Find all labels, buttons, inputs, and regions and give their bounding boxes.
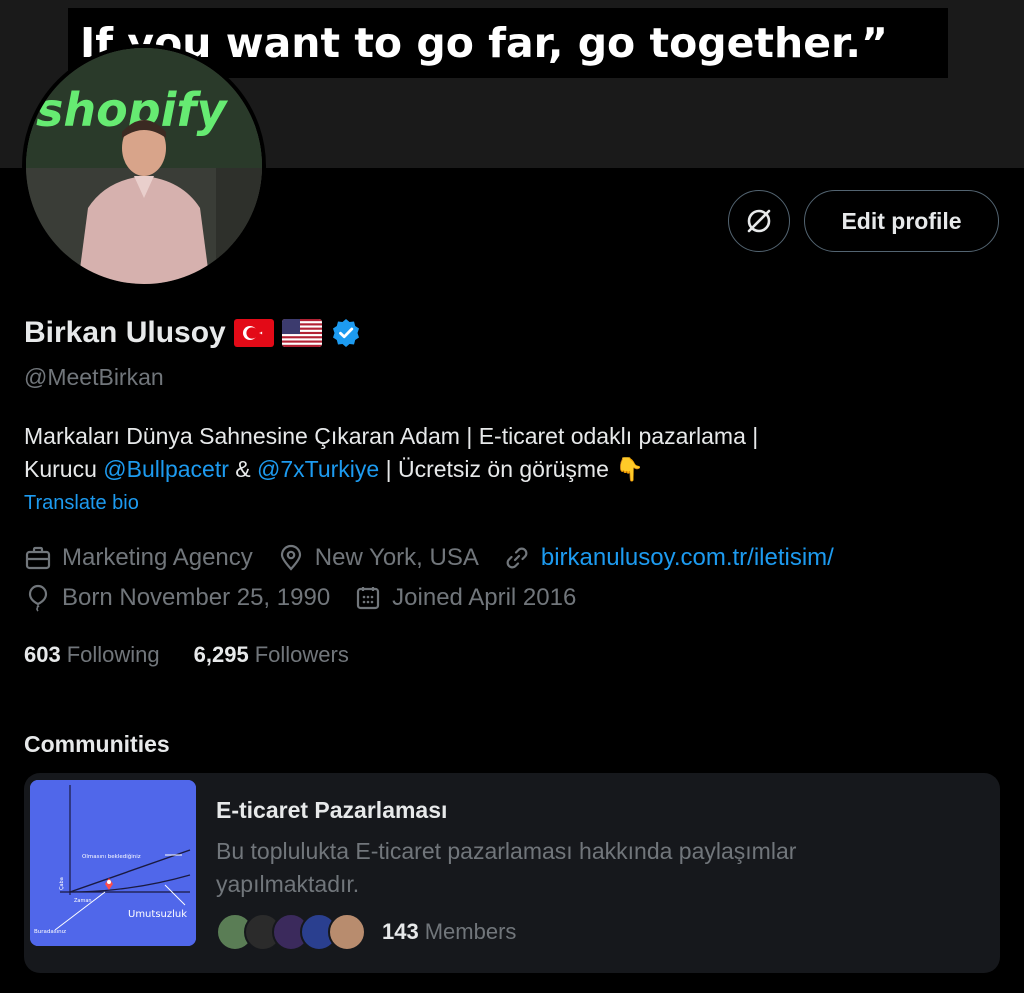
meta-birth-text: Born November 25, 1990 <box>62 584 331 611</box>
meta-joined: Joined April 2016 <box>354 584 576 612</box>
profile-meta-row-2: Born November 25, 1990 Joined April 2016 <box>24 584 600 612</box>
following-label: Following <box>66 642 160 667</box>
meta-website[interactable]: birkanulusoy.com.tr/iletisim/ <box>503 544 834 572</box>
grok-toggle-button[interactable] <box>728 190 790 252</box>
follow-stats: 603 Following 6,295 Followers <box>24 642 383 668</box>
following-count: 603 <box>24 642 61 667</box>
followers-link[interactable]: 6,295 Followers <box>194 642 349 668</box>
no-grok-icon <box>747 209 771 233</box>
bio-connector: & <box>228 456 258 482</box>
thumb-label-time: Zaman <box>74 898 92 904</box>
profile-name-row: Birkan Ulusoy <box>24 316 362 350</box>
bio-prefix: Kurucu <box>24 456 104 482</box>
meta-location: New York, USA <box>277 544 479 572</box>
community-thumbnail: Olmasını beklediğiniz Çaba Zaman Umutsuz… <box>30 780 196 946</box>
followers-label: Followers <box>254 642 349 667</box>
community-members: 143 Members <box>216 913 516 951</box>
profile-bio: Markaları Dünya Sahnesine Çıkaran Adam |… <box>24 420 984 486</box>
usa-flag-icon <box>281 319 322 347</box>
translate-bio-link[interactable]: Translate bio <box>24 492 139 515</box>
turkey-flag-icon <box>233 319 274 347</box>
location-pin-icon <box>280 544 301 571</box>
thumb-label-despair: Umutsuzluk <box>128 909 187 920</box>
calendar-icon <box>357 587 380 610</box>
members-count: 143 <box>382 919 419 944</box>
meta-joined-text: Joined April 2016 <box>392 584 577 611</box>
communities-heading: Communities <box>24 731 170 757</box>
following-link[interactable]: 603 Following <box>24 642 160 668</box>
bio-line-1: Markaları Dünya Sahnesine Çıkaran Adam |… <box>24 423 759 449</box>
community-name[interactable]: E-ticaret Pazarlaması <box>216 797 447 824</box>
bio-line-2: Kurucu @Bullpacetr & @7xTurkiye | Ücrets… <box>24 453 984 486</box>
mention-link-7xturkiye[interactable]: @7xTurkiye <box>257 456 379 482</box>
profile-handle: @MeetBirkan <box>24 364 164 390</box>
avatar-photo: shopify <box>26 48 262 284</box>
community-description: Bu toplulukta E-ticaret pazarlaması hakk… <box>216 838 797 897</box>
meta-birth: Born November 25, 1990 <box>24 584 330 612</box>
meta-category-text: Marketing Agency <box>62 544 253 571</box>
members-label: Members <box>424 919 517 944</box>
profile-name: Birkan Ulusoy <box>24 316 226 349</box>
meta-location-text: New York, USA <box>314 544 479 571</box>
thumb-label-here: Buradasınız <box>34 929 66 935</box>
website-link[interactable]: birkanulusoy.com.tr/iletisim/ <box>541 544 834 572</box>
link-icon <box>506 547 528 569</box>
thumb-label-effort: Çaba <box>59 877 65 890</box>
edit-profile-button[interactable]: Edit profile <box>804 190 999 252</box>
profile-meta-row-1: Marketing Agency New York, USA birkanulu… <box>24 544 858 572</box>
thumb-label-expected: Olmasını beklediğiniz <box>82 853 141 860</box>
balloon-icon <box>28 584 48 612</box>
profile-avatar[interactable]: shopify <box>22 44 266 288</box>
followers-count: 6,295 <box>193 642 249 667</box>
verified-badge-icon[interactable] <box>330 317 362 349</box>
meta-category: Marketing Agency <box>24 544 253 572</box>
member-avatar-stack <box>216 913 366 951</box>
briefcase-icon <box>25 546 51 570</box>
bio-suffix: | Ücretsiz ön görüşme 👇 <box>379 456 644 482</box>
member-avatar <box>328 913 366 951</box>
community-card[interactable]: Olmasını beklediğiniz Çaba Zaman Umutsuz… <box>24 773 1000 973</box>
mention-link-bullpacetr[interactable]: @Bullpacetr <box>103 456 229 482</box>
